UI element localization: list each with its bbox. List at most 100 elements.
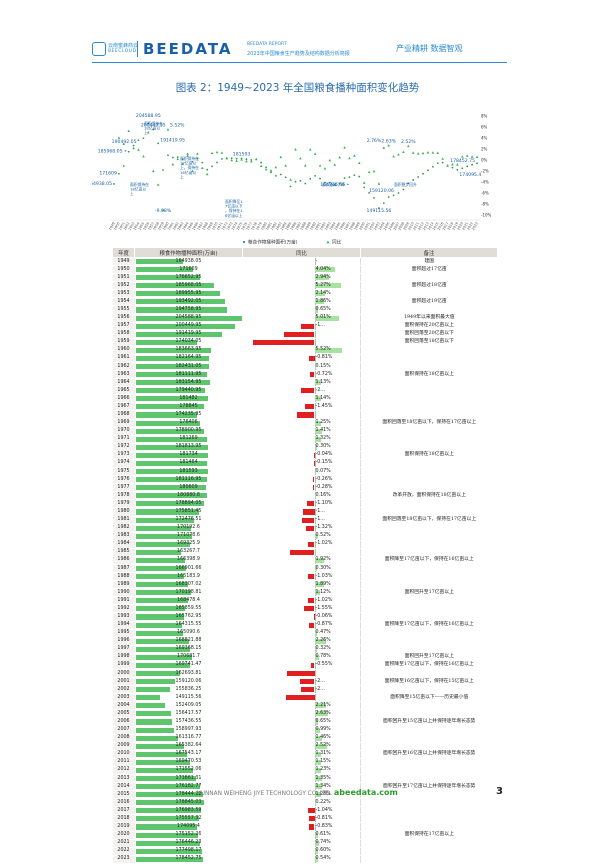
cell-yoy: 0.22% <box>243 799 361 807</box>
cell-area: 168307.02 <box>135 581 243 589</box>
yoy-value: 1.46% <box>243 735 331 740</box>
yoy-value: 0.61% <box>243 832 331 837</box>
table-row: 1989168307.021.89% <box>113 581 498 589</box>
cell-year: 1952 <box>113 282 135 290</box>
area-value: 204588.95 <box>135 315 243 321</box>
area-value: 176446.23 <box>135 840 243 846</box>
cell-yoy: -1.10% <box>243 500 361 508</box>
area-point <box>309 178 311 180</box>
cell-note <box>361 564 498 572</box>
cell-year: 2008 <box>113 734 135 742</box>
cell-year: 1990 <box>113 589 135 597</box>
cell-year: 2011 <box>113 758 135 766</box>
cell-yoy: 0.30% <box>243 443 361 451</box>
cell-note: 1949年以来面积最大值 <box>361 314 498 322</box>
area-value: 164315.55 <box>135 622 243 628</box>
yoy-point <box>338 156 341 158</box>
right-axis-tick: 6% <box>481 125 488 130</box>
yoy-point <box>279 156 282 158</box>
yoy-point <box>427 151 430 153</box>
cell-area: 170192.6 <box>135 524 243 532</box>
yoy-value: -1.32% <box>243 525 333 530</box>
cell-area: 169470.53 <box>135 758 243 766</box>
table-row: 1979178894.05-1.10% <box>113 500 498 508</box>
cell-area: 169325.9 <box>135 540 243 548</box>
table-row: 1961182164.95-0.81% <box>113 354 498 362</box>
area-point <box>466 165 468 167</box>
cell-yoy: 0.15% <box>243 363 361 371</box>
area-value: 200449.95 <box>135 323 243 329</box>
cell-yoy <box>243 411 361 419</box>
cell-area: 152409.05 <box>135 702 243 710</box>
col-header-yoy: 同比 <box>243 248 361 258</box>
cell-year: 2021 <box>113 839 135 847</box>
area-value: 181269 <box>135 436 243 442</box>
area-value: 169368.15 <box>135 646 243 652</box>
area-point <box>118 173 120 175</box>
cell-area: 169741.47 <box>135 661 243 669</box>
cell-yoy: 0.32% <box>243 645 361 653</box>
cell-yoy: 1.23% <box>243 766 361 774</box>
table-row: 2003149115.56面积降至15亿亩以下——历史最小值 <box>113 694 498 702</box>
cell-area: 178894.05 <box>135 500 243 508</box>
cell-area: 176652.95 <box>135 274 243 282</box>
area-value: 169325.9 <box>135 541 243 547</box>
area-value: 170198.81 <box>135 590 243 596</box>
yoy-value: 2.21% <box>243 703 331 708</box>
cell-area: 168821.88 <box>135 637 243 645</box>
yoy-point <box>299 157 302 159</box>
cell-note <box>361 734 498 742</box>
area-value: 177498.17 <box>135 848 243 854</box>
area-point <box>162 169 164 171</box>
area-value: 158997.93 <box>135 727 243 733</box>
cell-area: 176406 <box>135 419 243 427</box>
cell-yoy: 2.52% <box>243 742 361 750</box>
cell-year: 2020 <box>113 831 135 839</box>
cell-note <box>361 613 498 621</box>
cell-area: 193492.05 <box>135 298 243 306</box>
area-value: 183154.95 <box>135 380 243 386</box>
cell-area: 169368.15 <box>135 645 243 653</box>
area-value: 165183.9 <box>135 574 243 580</box>
cell-note: 面积回升至16亿亩以上并保持逐年增长态势 <box>361 750 498 758</box>
cell-year: 1956 <box>113 314 135 322</box>
yoy-point <box>392 155 395 157</box>
report-title: 2023年中国粮食生产趋势及结构数据分析简报 <box>247 50 350 57</box>
cell-note: 面积回升至17亿亩以上 <box>361 653 498 661</box>
yoy-value: 5.01% <box>243 315 331 320</box>
yoy-point <box>270 169 273 171</box>
area-point <box>113 183 115 185</box>
cell-area: 158997.93 <box>135 726 243 734</box>
cell-note: 面积回落至18亿亩以下，保持在17亿亩以上 <box>361 419 498 427</box>
table-row: 1954193492.051.86%面积超过19亿亩 <box>113 298 498 306</box>
cell-note <box>361 605 498 613</box>
cell-year: 1977 <box>113 484 135 492</box>
yoy-point <box>417 152 420 154</box>
area-point <box>388 196 390 198</box>
yoy-point <box>324 167 327 169</box>
cell-yoy: -0.81% <box>243 815 361 823</box>
area-value: 181593 <box>135 469 243 475</box>
yoy-value: -2... <box>243 388 325 393</box>
area-value: 168821.88 <box>135 638 243 644</box>
yoy-point <box>186 152 189 154</box>
yoy-point <box>353 154 356 156</box>
area-point <box>265 166 267 168</box>
cell-year: 1988 <box>113 573 135 581</box>
right-axis-tick: -2% <box>481 169 489 174</box>
cell-area: 174235.95 <box>135 411 243 419</box>
area-value: 191419.95 <box>135 331 243 337</box>
cell-yoy: -0.04% <box>243 451 361 459</box>
yoy-value: - <box>243 259 318 264</box>
yoy-point <box>167 128 170 130</box>
table-row: 2004152409.052.21% <box>113 702 498 710</box>
cell-year: 1966 <box>113 395 135 403</box>
table-row: 1990170198.811.12%面积回升至17亿亩以上 <box>113 589 498 597</box>
cell-yoy: 1.31% <box>243 750 361 758</box>
table-row: 2017176983.59-1.04% <box>113 807 498 815</box>
cell-area: 176182.77 <box>135 783 243 791</box>
footer-site-link[interactable]: abeedata.com <box>334 788 398 797</box>
cell-note: 面积回升至17亿亩以上 <box>361 589 498 597</box>
cell-yoy: 1.89% <box>243 581 361 589</box>
yoy-point <box>201 167 204 169</box>
